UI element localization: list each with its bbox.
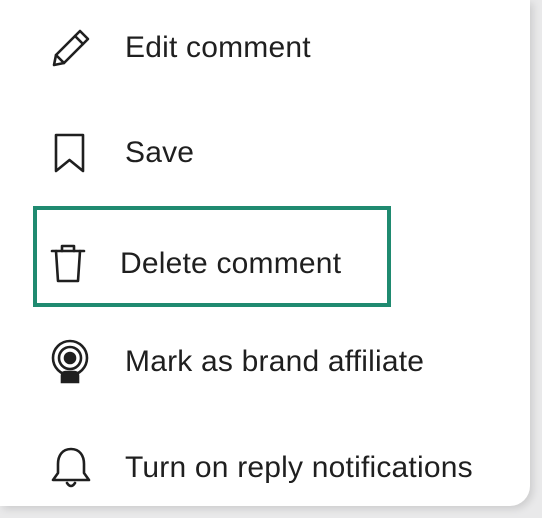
menu-item-save[interactable]: Save xyxy=(0,108,530,198)
menu-item-label: Save xyxy=(125,136,195,169)
menu-item-edit-comment[interactable]: Edit comment xyxy=(0,3,530,93)
bookmark-icon xyxy=(46,128,96,178)
screen: Edit comment Save Delete comment Mark as… xyxy=(0,0,542,518)
menu-item-label: Edit comment xyxy=(125,31,311,64)
trash-icon xyxy=(46,239,96,289)
menu-item-mark-brand-affiliate[interactable]: Mark as brand affiliate xyxy=(0,317,530,407)
comment-options-menu: Edit comment Save Delete comment Mark as… xyxy=(0,0,530,506)
menu-item-delete-comment[interactable]: Delete comment xyxy=(0,219,530,309)
menu-item-label: Delete comment xyxy=(120,247,342,280)
pencil-icon xyxy=(46,23,96,73)
menu-item-label: Turn on reply notifications xyxy=(125,451,473,484)
menu-item-reply-notifications[interactable]: Turn on reply notifications xyxy=(0,423,530,506)
menu-item-label: Mark as brand affiliate xyxy=(125,345,425,378)
bell-icon xyxy=(46,443,96,493)
brand-affiliate-icon xyxy=(46,337,96,387)
